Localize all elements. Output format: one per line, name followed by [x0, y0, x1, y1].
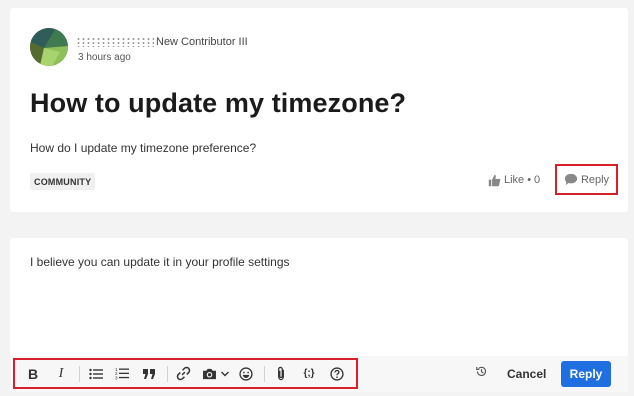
avatar[interactable]	[30, 28, 68, 66]
post-timestamp: 3 hours ago	[78, 52, 131, 63]
community-tag[interactable]: COMMUNITY	[30, 173, 96, 190]
author-name[interactable]: New Contributor III	[76, 35, 248, 49]
thumbs-up-icon	[488, 174, 501, 187]
code-icon[interactable]: {;}	[297, 360, 321, 387]
like-separator: •	[527, 174, 532, 186]
like-button[interactable]: Like • 0	[488, 172, 540, 188]
italic-icon[interactable]: I	[51, 360, 71, 387]
reply-editor: I believe you can update it in your prof…	[10, 238, 628, 392]
emoji-icon[interactable]	[236, 360, 256, 387]
svg-text:3: 3	[115, 375, 118, 380]
post-card: New Contributor III 3 hours ago How to u…	[10, 8, 628, 212]
bulleted-list-icon[interactable]	[86, 360, 106, 387]
reply-label: Reply	[580, 173, 610, 186]
editor-textarea[interactable]: I believe you can update it in your prof…	[30, 255, 290, 269]
post-title: How to update my timezone?	[30, 88, 407, 118]
toolbar-divider	[167, 366, 168, 382]
attachment-icon[interactable]	[271, 360, 291, 387]
toolbar-divider	[264, 366, 265, 382]
camera-icon[interactable]	[199, 360, 219, 387]
editor-toolbar: B I 123 {;} Cancel Reply	[10, 356, 628, 392]
quote-icon[interactable]	[139, 360, 159, 387]
link-icon[interactable]	[173, 360, 193, 387]
numbered-list-icon[interactable]: 123	[112, 360, 132, 387]
speech-bubble-icon	[564, 173, 578, 186]
cancel-button[interactable]: Cancel	[507, 367, 546, 381]
like-count: 0	[534, 174, 541, 186]
author-rank: New Contributor III	[156, 36, 248, 48]
chevron-down-icon[interactable]	[219, 360, 231, 387]
submit-reply-button[interactable]: Reply	[561, 361, 611, 387]
reply-button[interactable]: Reply	[555, 164, 618, 195]
formatting-toolbar-group: B I 123 {;}	[13, 358, 358, 389]
history-icon[interactable]	[475, 365, 488, 378]
toolbar-divider	[79, 366, 80, 382]
masked-username	[76, 37, 154, 47]
bold-icon[interactable]: B	[23, 360, 43, 387]
like-label: Like	[504, 174, 525, 186]
post-body: How do I update my timezone preference?	[30, 141, 257, 155]
help-icon[interactable]	[327, 360, 347, 387]
